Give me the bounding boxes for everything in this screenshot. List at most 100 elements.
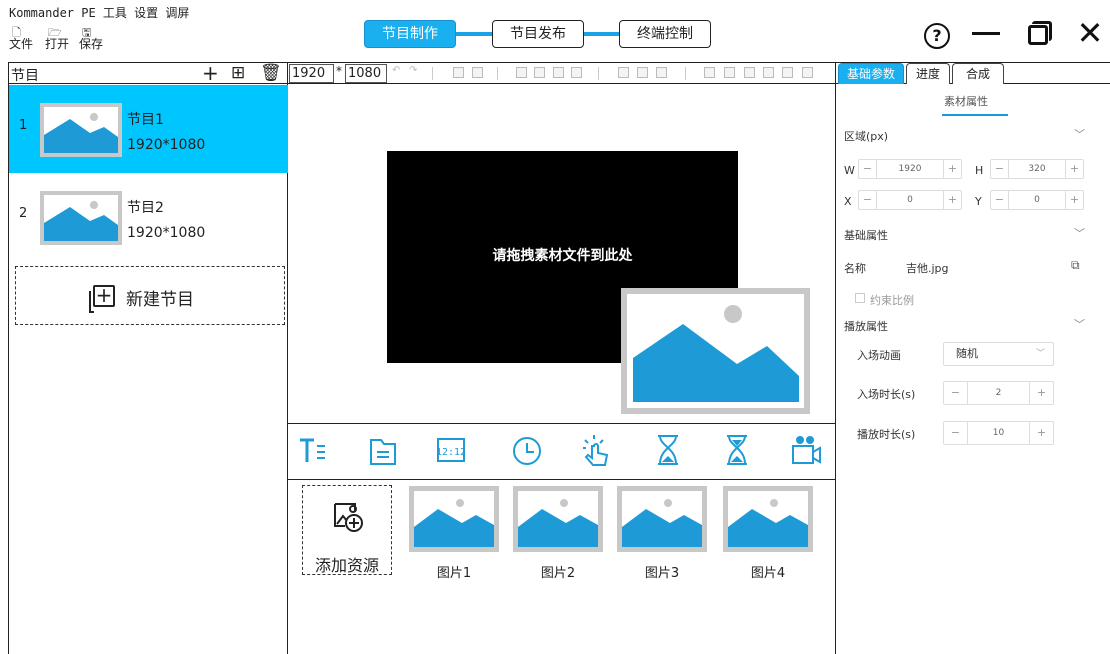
- fit-width-icon[interactable]: [637, 67, 648, 78]
- tab-program-make[interactable]: 节目制作: [364, 20, 456, 48]
- menu-open[interactable]: 打开: [45, 35, 69, 52]
- folder-icon[interactable]: [367, 432, 399, 468]
- image-thumbnail-icon: [723, 486, 813, 552]
- size-separator: *: [336, 64, 342, 78]
- close-button[interactable]: ✕: [1072, 16, 1108, 50]
- text-icon[interactable]: [296, 432, 328, 468]
- trash-icon[interactable]: [472, 67, 483, 78]
- properties-tabs: 基础参数 进度 合成: [836, 62, 1110, 84]
- touch-icon[interactable]: [579, 432, 611, 468]
- y-stepper[interactable]: − 0 +: [990, 190, 1084, 210]
- plus-icon[interactable]: +: [1065, 191, 1083, 209]
- minus-icon[interactable]: −: [991, 191, 1009, 209]
- program-item-2[interactable]: 2 节目2 1920*1080: [9, 173, 288, 261]
- program-item-1[interactable]: 1 节目1 1920*1080: [9, 85, 288, 173]
- minus-icon[interactable]: −: [944, 422, 968, 444]
- resource-label: 图片3: [644, 566, 680, 581]
- svg-text:12:12: 12:12: [436, 447, 466, 458]
- minus-icon[interactable]: −: [859, 160, 877, 178]
- drop-hint: 请拖拽素材文件到此处: [492, 248, 633, 264]
- video-camera-icon[interactable]: [790, 432, 822, 468]
- minimize-button[interactable]: [968, 16, 1004, 50]
- fullscreen-icon[interactable]: [618, 67, 629, 78]
- width-value[interactable]: 1920: [877, 160, 943, 178]
- plus-icon[interactable]: +: [1029, 422, 1053, 444]
- help-button[interactable]: ?: [919, 16, 955, 50]
- chevron-down-icon[interactable]: ﹀: [1074, 316, 1085, 332]
- align-left-icon[interactable]: [704, 67, 715, 78]
- align-bottom-icon[interactable]: [802, 67, 813, 78]
- y-value[interactable]: 0: [1009, 191, 1065, 209]
- send-backward-icon[interactable]: [534, 67, 545, 78]
- play-duration-stepper[interactable]: − 10 +: [943, 421, 1054, 445]
- canvas-width-input[interactable]: 1920: [289, 64, 334, 83]
- align-right-icon[interactable]: [763, 67, 774, 78]
- program-panel-title: 节目: [11, 68, 39, 84]
- timer-icon[interactable]: [652, 432, 684, 468]
- redo-icon[interactable]: ↷: [409, 65, 420, 76]
- plus-icon[interactable]: +: [943, 160, 961, 178]
- fit-height-icon[interactable]: [656, 67, 667, 78]
- play-section-title[interactable]: 播放属性: [844, 318, 888, 334]
- resource-item-4[interactable]: 图片4: [723, 486, 813, 581]
- image-thumbnail-icon: [40, 191, 122, 245]
- bring-to-front-icon[interactable]: [553, 67, 564, 78]
- entry-duration-value[interactable]: 2: [968, 382, 1029, 404]
- tab-progress[interactable]: 进度: [906, 63, 950, 84]
- delete-icon[interactable]: 🗑: [260, 64, 282, 82]
- entry-animation-select[interactable]: 随机 ﹀: [943, 342, 1054, 366]
- width-stepper[interactable]: − 1920 +: [858, 159, 962, 179]
- plus-icon[interactable]: +: [1029, 382, 1053, 404]
- region-section-title[interactable]: 区域(px): [844, 128, 888, 144]
- width-label: W: [844, 164, 855, 177]
- minus-icon[interactable]: −: [991, 160, 1009, 178]
- height-label: H: [975, 164, 984, 177]
- align-top-icon[interactable]: [744, 67, 755, 78]
- aspect-ratio-checkbox[interactable]: [855, 293, 865, 303]
- height-stepper[interactable]: − 320 +: [990, 159, 1084, 179]
- digital-clock-icon[interactable]: 12:12: [435, 432, 467, 468]
- resource-item-2[interactable]: 图片2: [513, 486, 603, 581]
- resource-item-3[interactable]: 图片3: [617, 486, 707, 581]
- analog-clock-icon[interactable]: [511, 432, 543, 468]
- tab-compose[interactable]: 合成: [952, 63, 1004, 84]
- plus-icon[interactable]: +: [943, 191, 961, 209]
- toolbar-separator: [432, 67, 433, 80]
- menu-save[interactable]: 保存: [79, 35, 103, 52]
- lock-icon[interactable]: [453, 67, 464, 78]
- canvas-image-icon[interactable]: [621, 288, 810, 414]
- basic-section-title[interactable]: 基础属性: [844, 227, 888, 243]
- x-stepper[interactable]: − 0 +: [858, 190, 962, 210]
- bring-forward-icon[interactable]: [516, 67, 527, 78]
- align-center-icon[interactable]: [724, 67, 735, 78]
- name-value: 吉他.jpg: [906, 262, 949, 275]
- tab-connector: [584, 32, 620, 36]
- tab-terminal-control[interactable]: 终端控制: [619, 20, 711, 48]
- canvas-height-input[interactable]: 1080: [345, 64, 387, 83]
- align-middle-icon[interactable]: [782, 67, 793, 78]
- add-box-icon[interactable]: ⊞: [231, 64, 245, 82]
- chevron-down-icon[interactable]: ﹀: [1074, 225, 1085, 241]
- add-icon[interactable]: +: [202, 63, 219, 83]
- resource-item-1[interactable]: 图片1: [409, 486, 499, 581]
- countdown-icon[interactable]: [721, 432, 753, 468]
- send-to-back-icon[interactable]: [571, 67, 582, 78]
- new-program-button[interactable]: + 新建节目: [15, 266, 285, 325]
- x-value[interactable]: 0: [877, 191, 943, 209]
- minus-icon[interactable]: −: [859, 191, 877, 209]
- copy-icon[interactable]: ⧉: [1071, 258, 1080, 273]
- plus-icon[interactable]: +: [1065, 160, 1083, 178]
- play-duration-value[interactable]: 10: [968, 422, 1029, 444]
- undo-icon[interactable]: ↶: [392, 65, 403, 76]
- minus-icon[interactable]: −: [944, 382, 968, 404]
- properties-panel: 基础参数 进度 合成 素材属性 区域(px) ﹀ W − 1920 + H − …: [836, 62, 1110, 654]
- entry-duration-stepper[interactable]: − 2 +: [943, 381, 1054, 405]
- tab-basic-params[interactable]: 基础参数: [838, 63, 904, 84]
- chevron-down-icon[interactable]: ﹀: [1074, 126, 1085, 142]
- add-resource-button[interactable]: 添加资源: [302, 485, 392, 575]
- tab-program-publish[interactable]: 节目发布: [492, 20, 584, 48]
- program-panel-header: 节目 + ⊞ 🗑: [9, 62, 288, 84]
- menu-file[interactable]: 文件: [9, 35, 33, 52]
- height-value[interactable]: 320: [1009, 160, 1065, 178]
- maximize-button[interactable]: [1020, 16, 1056, 50]
